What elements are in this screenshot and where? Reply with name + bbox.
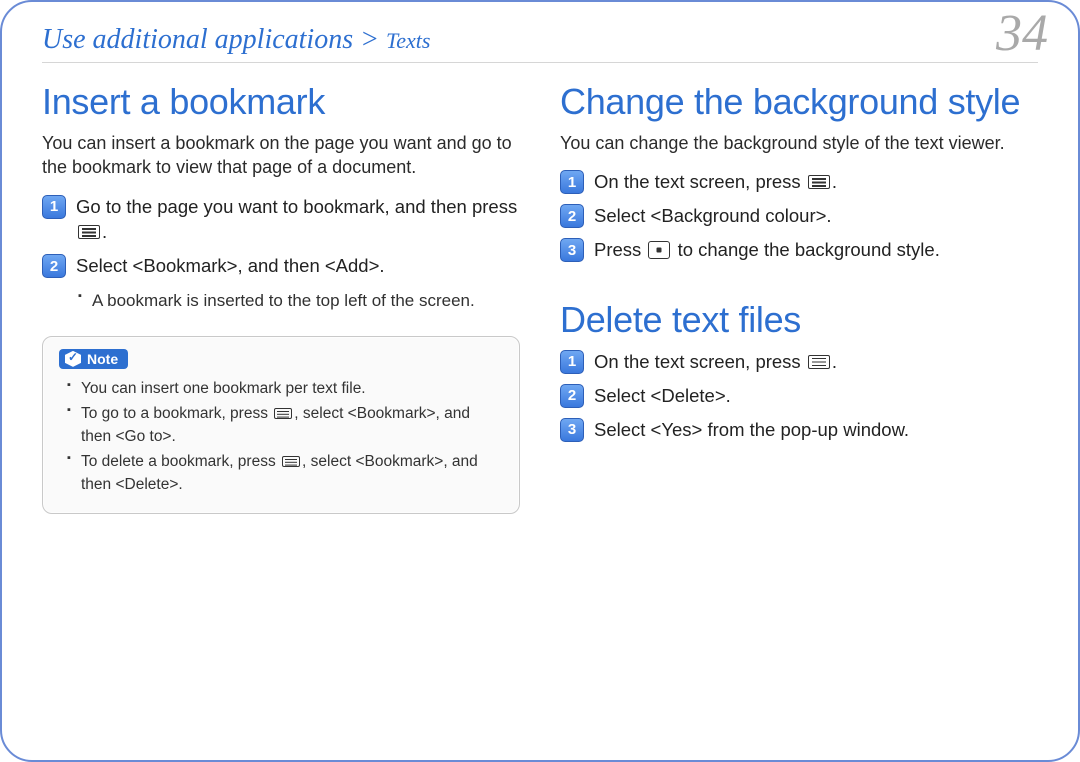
note-label: Note: [87, 351, 118, 367]
step-2: 2 Select <Delete>.: [560, 383, 1038, 409]
step-3: 3 Select <Yes> from the pop-up window.: [560, 417, 1038, 443]
step-badge-2: 2: [560, 384, 584, 408]
step-text: Go to the page you want to bookmark, and…: [76, 194, 520, 246]
manual-page: Use additional applications > Texts 34 I…: [0, 0, 1080, 762]
sub-bullet-list: A bookmark is inserted to the top left o…: [42, 289, 520, 314]
step-1: 1 On the text screen, press .: [560, 349, 1038, 375]
breadcrumb-parent: Use additional applications: [42, 24, 353, 55]
step-2: 2 Select <Background colour>.: [560, 203, 1038, 229]
step-badge-1: 1: [42, 195, 66, 219]
breadcrumb-child: Texts: [386, 28, 430, 53]
step-1: 1 On the text screen, press .: [560, 169, 1038, 195]
step-text: Select <Bookmark>, and then <Add>.: [76, 253, 520, 279]
step-text: Press to change the background style.: [594, 237, 1038, 263]
steps-list: 1 On the text screen, press . 2 Select <…: [560, 169, 1038, 263]
sub-bullet-item: A bookmark is inserted to the top left o…: [78, 289, 520, 314]
step-text: Select <Background colour>.: [594, 203, 1038, 229]
step-badge-3: 3: [560, 238, 584, 262]
step-badge-1: 1: [560, 170, 584, 194]
menu-icon: [808, 355, 830, 369]
lead-text: You can change the background style of t…: [560, 131, 1038, 155]
step-badge-3: 3: [560, 418, 584, 442]
check-cube-icon: [65, 351, 81, 367]
content-columns: Insert a bookmark You can insert a bookm…: [42, 77, 1038, 514]
right-column: Change the background style You can chan…: [560, 77, 1038, 514]
page-number: 34: [996, 4, 1048, 63]
step-badge-1: 1: [560, 350, 584, 374]
step-badge-2: 2: [560, 204, 584, 228]
lead-text: You can insert a bookmark on the page yo…: [42, 131, 520, 180]
step-text: On the text screen, press .: [594, 349, 1038, 375]
breadcrumb: Use additional applications > Texts: [42, 24, 1038, 56]
heading-change-bg: Change the background style: [560, 81, 1038, 123]
heading-delete-files: Delete text files: [560, 299, 1038, 341]
step-text: On the text screen, press .: [594, 169, 1038, 195]
steps-list: 1 Go to the page you want to bookmark, a…: [42, 194, 520, 280]
note-item: To delete a bookmark, press , select <Bo…: [67, 451, 503, 496]
note-item: You can insert one bookmark per text fil…: [67, 378, 503, 400]
menu-icon: [808, 175, 830, 189]
step-1: 1 Go to the page you want to bookmark, a…: [42, 194, 520, 246]
step-3: 3 Press to change the background style.: [560, 237, 1038, 263]
breadcrumb-sep: >: [353, 24, 386, 55]
step-badge-2: 2: [42, 254, 66, 278]
divider: [42, 62, 1038, 63]
step-2: 2 Select <Bookmark>, and then <Add>.: [42, 253, 520, 279]
heading-insert-bookmark: Insert a bookmark: [42, 81, 520, 123]
note-badge: Note: [59, 349, 128, 369]
note-item: To go to a bookmark, press , select <Boo…: [67, 403, 503, 448]
spacer: [560, 273, 1038, 295]
note-box: Note You can insert one bookmark per tex…: [42, 336, 520, 514]
select-button-icon: [648, 241, 670, 259]
left-column: Insert a bookmark You can insert a bookm…: [42, 77, 520, 514]
step-text: Select <Yes> from the pop-up window.: [594, 417, 1038, 443]
menu-icon: [274, 408, 292, 419]
steps-list: 1 On the text screen, press . 2 Select <…: [560, 349, 1038, 443]
menu-icon: [282, 456, 300, 467]
step-text: Select <Delete>.: [594, 383, 1038, 409]
menu-icon: [78, 225, 100, 239]
note-list: You can insert one bookmark per text fil…: [59, 378, 503, 496]
